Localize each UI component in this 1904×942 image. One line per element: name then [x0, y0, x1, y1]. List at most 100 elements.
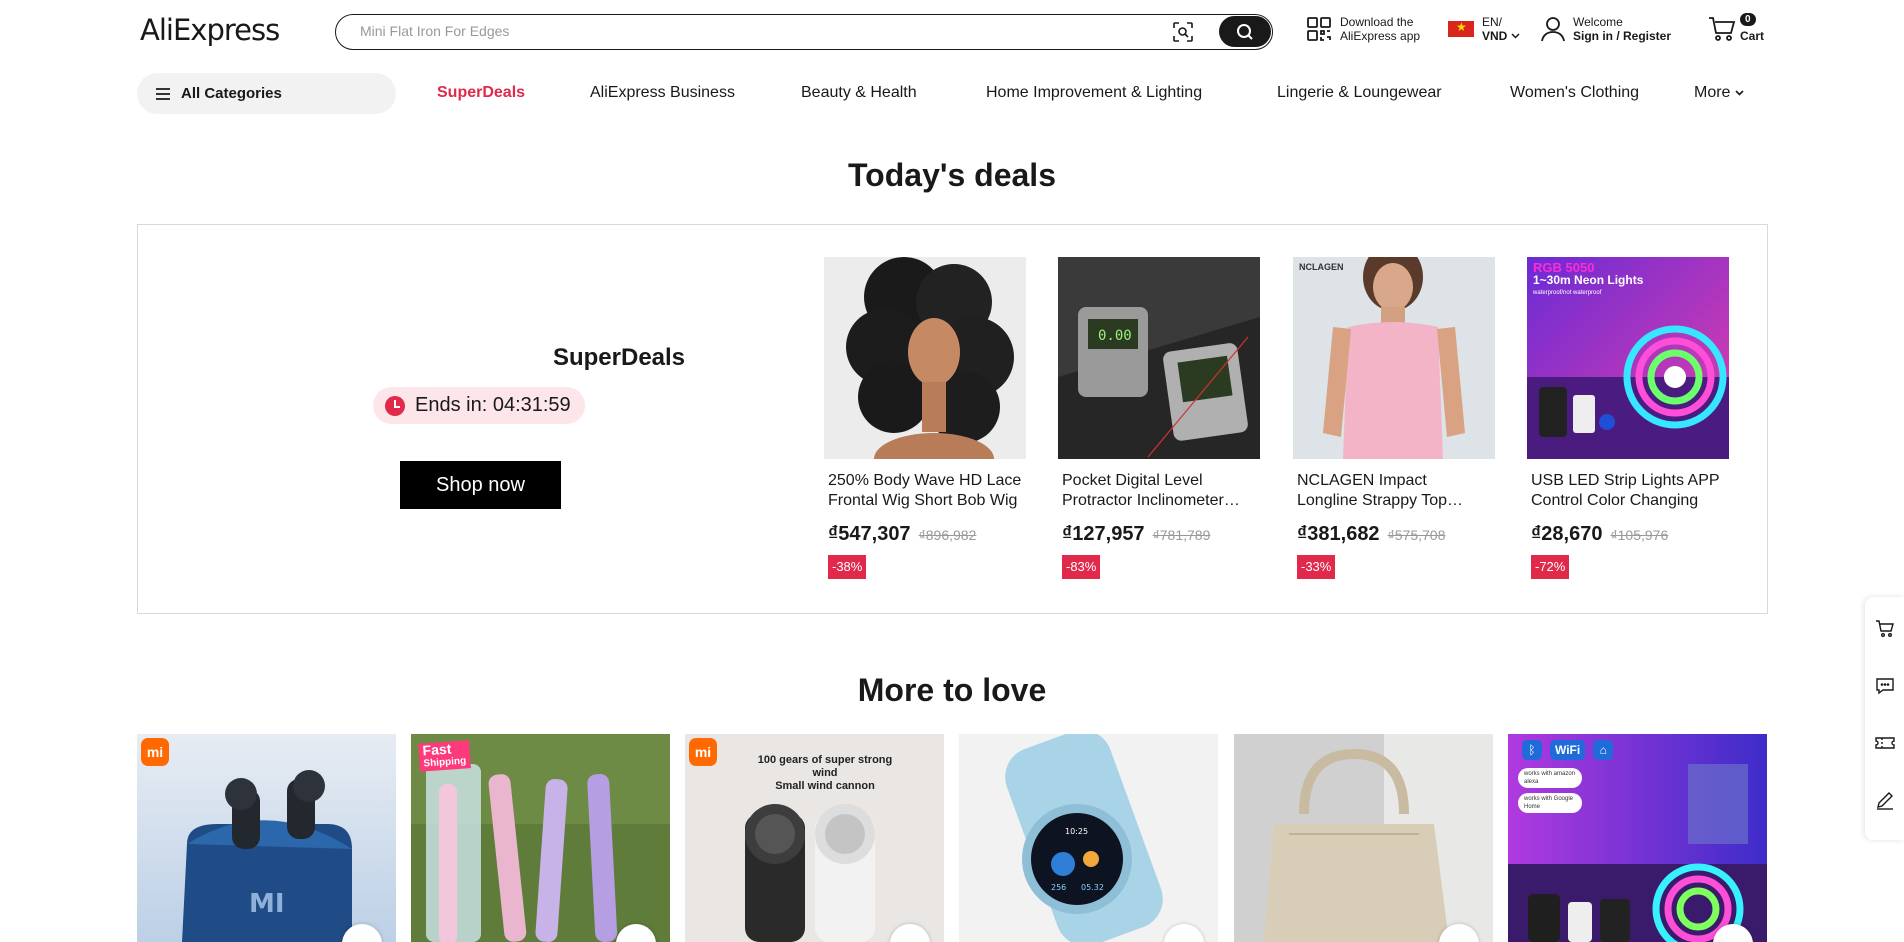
earbuds-product-image: MI	[137, 734, 396, 942]
deal-price: ₫127,957	[1062, 523, 1145, 545]
nav-link-beauty-health[interactable]: Beauty & Health	[801, 84, 917, 102]
deal-price-row: ₫127,957 ₫781,789	[1062, 523, 1256, 546]
all-categories-button[interactable]: All Categories	[137, 73, 396, 114]
fan-caption: 100 gears of super strong wind Small win…	[735, 754, 915, 793]
neon-label: 1~30m Neon Lights	[1533, 273, 1644, 287]
product-image[interactable]	[824, 257, 1026, 459]
product-card[interactable]: mi 100 gears of super strong wind Small …	[685, 734, 944, 942]
discount-badge: -33%	[1297, 555, 1336, 579]
shop-now-button[interactable]: Shop now	[400, 461, 561, 509]
fast-shipping-badge: Fast Shipping	[418, 740, 471, 772]
product-card[interactable]: ᛒ WiFi ⌂ works with amazon alexa works w…	[1508, 734, 1767, 942]
deal-product-name[interactable]: USB LED Strip Lights APP Control Color C…	[1531, 471, 1725, 511]
product-card[interactable]: Fast Shipping	[411, 734, 670, 942]
header: AliExpress Download the AliExpress app E…	[137, 0, 1768, 62]
search-icon	[1237, 23, 1253, 40]
cart-icon[interactable]	[1875, 619, 1895, 639]
product-image[interactable]: RGB 5050 1~30m Neon Lights waterproof/no…	[1527, 257, 1729, 459]
nav-more-button[interactable]: More	[1694, 84, 1745, 102]
product-card[interactable]	[1234, 734, 1493, 942]
watch-time: 10:25	[1065, 827, 1088, 836]
product-image[interactable]: 0.00	[1058, 257, 1260, 459]
clock-icon	[385, 395, 405, 416]
deal-price-row: ₫28,670 ₫105,976	[1531, 523, 1725, 546]
led-lights-product-image	[1508, 734, 1767, 942]
account-menu[interactable]: Welcome Sign in / Register	[1541, 15, 1671, 43]
deal-price: ₫28,670	[1531, 523, 1603, 545]
deal-price-row: ₫381,682 ₫575,708	[1297, 523, 1491, 546]
product-image[interactable]: NCLAGEN	[1293, 257, 1495, 459]
cart-label: Cart	[1740, 29, 1765, 43]
nav-link-aliexpress-business[interactable]: AliExpress Business	[590, 84, 735, 102]
deal-original-price: ₫105,976	[1610, 527, 1669, 543]
nav-link-home-improvement[interactable]: Home Improvement & Lighting	[986, 84, 1202, 102]
cart-count-badge: 0	[1740, 13, 1756, 26]
alexa-badge: works with amazon alexa	[1518, 768, 1582, 788]
aliexpress-logo[interactable]: AliExpress	[140, 13, 280, 47]
countdown-text: Ends in: 04:31:59	[415, 394, 571, 416]
cart-icon	[1709, 17, 1736, 41]
currency-label: VND	[1482, 29, 1508, 43]
deal-countdown: Ends in: 04:31:59	[373, 387, 585, 424]
svg-text:0.00: 0.00	[1098, 328, 1132, 344]
deal-card[interactable]: 250% Body Wave HD Lace Frontal Wig Short…	[824, 257, 1026, 579]
language-currency-selector[interactable]: EN/ VND	[1448, 15, 1520, 43]
user-icon	[1541, 17, 1565, 42]
discount-badge: -38%	[828, 555, 867, 579]
discount-badge: -83%	[1062, 555, 1101, 579]
waterproof-label: waterproof/not waterproof	[1533, 290, 1602, 296]
smart-feature-icons: ᛒ WiFi ⌂	[1522, 740, 1614, 760]
superdeals-panel: SuperDeals Ends in: 04:31:59 Shop now 25…	[137, 224, 1768, 614]
product-label: RGB 5050 1~30m Neon Lights waterproof/no…	[1533, 261, 1643, 300]
fan-caption-line3: Small wind cannon	[775, 780, 875, 792]
fan-caption-line1: 100 gears of super strong	[757, 754, 893, 766]
discount-badge: -72%	[1531, 555, 1570, 579]
level-product-image: 0.00	[1058, 257, 1260, 459]
nav-link-womens-clothing[interactable]: Women's Clothing	[1510, 84, 1639, 102]
chevron-down-icon	[1511, 33, 1520, 39]
more-to-love-title: More to love	[857, 672, 1047, 708]
chevron-down-icon	[1735, 90, 1745, 96]
feedback-edit-icon[interactable]	[1875, 790, 1895, 810]
nav-link-superdeals[interactable]: SuperDeals	[437, 84, 525, 102]
deal-price-row: ₫547,307 ₫896,982	[828, 523, 1022, 546]
nav-link-lingerie[interactable]: Lingerie & Loungewear	[1277, 84, 1442, 102]
floating-side-rail	[1865, 597, 1904, 840]
wifi-icon: WiFi	[1550, 740, 1586, 760]
mi-brand-mark: MI	[249, 889, 285, 919]
deal-product-name[interactable]: Pocket Digital Level Protractor Inclinom…	[1062, 471, 1256, 511]
download-line1: Download the	[1340, 15, 1414, 29]
product-card[interactable]: MI mi	[137, 734, 396, 942]
todays-deals-title: Today's deals	[848, 157, 1056, 193]
deal-product-name[interactable]: 250% Body Wave HD Lace Frontal Wig Short…	[828, 471, 1022, 511]
smartwatch-product-image: 10:25 256 05.32	[959, 734, 1218, 942]
menu-icon	[156, 87, 170, 100]
coupon-icon[interactable]	[1875, 733, 1895, 753]
search-input[interactable]	[360, 23, 1140, 39]
search-bar	[335, 14, 1273, 50]
top-product-image	[1293, 257, 1495, 459]
search-button[interactable]	[1219, 16, 1271, 47]
message-icon[interactable]	[1875, 676, 1895, 696]
deal-product-name[interactable]: NCLAGEN Impact Longline Strappy Top Spor…	[1297, 471, 1491, 511]
deal-card[interactable]: 0.00 Pocket Digital Level Protractor Inc…	[1058, 257, 1260, 579]
download-app[interactable]: Download the AliExpress app	[1306, 15, 1420, 43]
sign-in-register-link[interactable]: Sign in / Register	[1573, 29, 1671, 43]
deal-original-price: ₫575,708	[1387, 527, 1446, 543]
deal-card[interactable]: RGB 5050 1~30m Neon Lights waterproof/no…	[1527, 257, 1729, 579]
product-card[interactable]: 10:25 256 05.32	[959, 734, 1218, 942]
deal-price: ₫547,307	[828, 523, 911, 545]
brand-watermark: NCLAGEN	[1299, 262, 1344, 272]
lang-label: EN/	[1482, 15, 1503, 29]
deal-card[interactable]: NCLAGEN NCLAGEN Impact Longline Strappy …	[1293, 257, 1495, 579]
google-home-badge: works with Google Home	[1518, 793, 1582, 813]
fan-caption-line2: wind	[812, 767, 838, 779]
mi-logo-icon: mi	[689, 738, 717, 766]
home-icon: ⌂	[1593, 740, 1614, 760]
deal-price: ₫381,682	[1297, 523, 1380, 545]
image-search-icon[interactable]	[1172, 21, 1194, 43]
welcome-label: Welcome	[1573, 15, 1623, 29]
watch-value2: 05.32	[1081, 883, 1104, 892]
cart-button[interactable]: 0 Cart	[1708, 13, 1765, 43]
category-nav: All Categories SuperDeals AliExpress Bus…	[137, 73, 1768, 114]
